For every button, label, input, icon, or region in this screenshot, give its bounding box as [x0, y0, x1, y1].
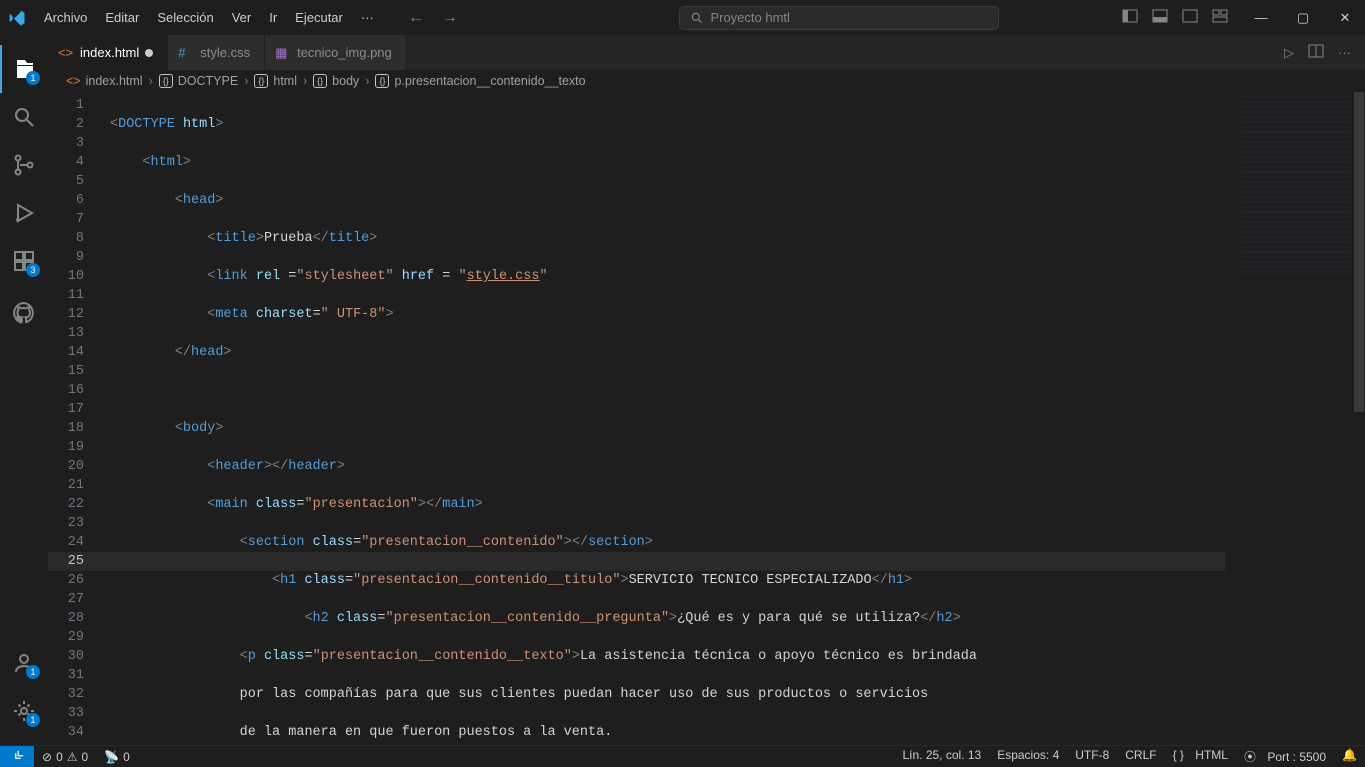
editor-actions: ▷ ··· — [1284, 35, 1365, 70]
editor-tabs: <> index.html # style.css ▦ tecnico_img.… — [48, 35, 1365, 70]
menu-archivo[interactable]: Archivo — [36, 6, 95, 29]
status-bar: ⊘0 ⚠0 📡0 Lín. 25, col. 13 Espacios: 4 UT… — [0, 745, 1365, 767]
account-badge: 1 — [26, 665, 40, 679]
html-file-icon: <> — [58, 45, 74, 61]
tab-index-html[interactable]: <> index.html — [48, 35, 168, 70]
tab-label: style.css — [200, 45, 250, 60]
crumb-doctype: DOCTYPE — [178, 74, 238, 88]
status-cursor-position[interactable]: Lín. 25, col. 13 — [894, 748, 989, 762]
menu-ver[interactable]: Ver — [224, 6, 260, 29]
toggle-panel-right-icon[interactable] — [1181, 8, 1199, 27]
menu-bar: Archivo Editar Selección Ver Ir Ejecutar… — [36, 6, 382, 29]
minimap[interactable] — [1241, 96, 1351, 276]
tab-tecnico-img[interactable]: ▦ tecnico_img.png — [265, 35, 407, 70]
tab-modified-dot-icon — [145, 49, 153, 57]
status-live-server[interactable]: ⦿ Port : 5500 — [1236, 748, 1334, 765]
crumb-p: p.presentacion__contenido__texto — [394, 74, 585, 88]
command-center-search[interactable]: Proyecto hmtl — [679, 6, 999, 30]
activity-run-debug[interactable] — [0, 189, 48, 237]
split-editor-icon[interactable] — [1308, 43, 1324, 62]
search-icon — [690, 11, 704, 25]
status-notifications-icon[interactable]: 🔔 — [1334, 748, 1365, 762]
crumb-html: html — [273, 74, 297, 88]
line-number-gutter: 1234567891011121314151617181920212223242… — [48, 92, 102, 742]
tab-style-css[interactable]: # style.css — [168, 35, 265, 70]
menu-ejecutar[interactable]: Ejecutar — [287, 6, 351, 29]
breadcrumb[interactable]: <> index.html › {} DOCTYPE › {} html › {… — [48, 70, 1365, 92]
activity-github[interactable] — [0, 289, 48, 337]
tab-label: tecnico_img.png — [297, 45, 392, 60]
menu-editar[interactable]: Editar — [97, 6, 147, 29]
crumb-body: body — [332, 74, 359, 88]
explorer-badge: 1 — [26, 71, 40, 85]
window-controls: — ▢ ✕ — [1249, 4, 1357, 32]
status-encoding[interactable]: UTF-8 — [1067, 748, 1117, 762]
nav-back-icon[interactable]: ← — [408, 9, 424, 27]
search-placeholder: Proyecto hmtl — [710, 10, 789, 25]
activity-extensions[interactable]: 3 — [0, 237, 48, 285]
status-ports[interactable]: 📡0 — [96, 746, 138, 767]
image-file-icon: ▦ — [275, 45, 291, 61]
tab-label: index.html — [80, 45, 139, 60]
css-file-icon: # — [178, 45, 194, 61]
nav-forward-icon[interactable]: → — [442, 9, 458, 27]
activity-account[interactable]: 1 — [0, 639, 48, 687]
code-editor[interactable]: 1234567891011121314151617181920212223242… — [48, 92, 1365, 745]
customize-layout-icon[interactable] — [1211, 8, 1229, 27]
activity-explorer[interactable]: 1 — [0, 45, 48, 93]
settings-badge: 1 — [26, 713, 40, 727]
status-problems[interactable]: ⊘0 ⚠0 — [34, 746, 96, 767]
activity-bar: 1 3 1 1 — [0, 35, 48, 745]
status-eol[interactable]: CRLF — [1117, 748, 1164, 762]
more-actions-icon[interactable]: ··· — [1338, 45, 1351, 60]
activity-source-control[interactable] — [0, 141, 48, 189]
status-indentation[interactable]: Espacios: 4 — [989, 748, 1067, 762]
scrollbar-thumb[interactable] — [1354, 92, 1364, 412]
vertical-scrollbar[interactable] — [1353, 92, 1365, 745]
remote-indicator[interactable] — [0, 746, 34, 767]
menu-more-icon[interactable]: ··· — [353, 6, 382, 29]
activity-settings[interactable]: 1 — [0, 687, 48, 735]
toggle-panel-bottom-icon[interactable] — [1151, 8, 1169, 27]
code-content: <DOCTYPE html> <html> <head> <title>Prue… — [110, 96, 1225, 745]
menu-seleccion[interactable]: Selección — [149, 6, 221, 29]
nav-arrows: ← → — [408, 9, 458, 27]
minimize-icon[interactable]: — — [1249, 4, 1273, 32]
menu-ir[interactable]: Ir — [261, 6, 285, 29]
close-icon[interactable]: ✕ — [1333, 4, 1357, 32]
toggle-panel-left-icon[interactable] — [1121, 8, 1139, 27]
crumb-file: index.html — [86, 74, 143, 88]
maximize-icon[interactable]: ▢ — [1291, 4, 1315, 32]
layout-controls — [1121, 8, 1229, 27]
vscode-icon — [8, 9, 26, 27]
run-icon[interactable]: ▷ — [1284, 45, 1294, 61]
status-language[interactable]: { } HTML — [1165, 748, 1236, 762]
extensions-badge: 3 — [26, 263, 40, 277]
activity-search[interactable] — [0, 93, 48, 141]
title-bar: Archivo Editar Selección Ver Ir Ejecutar… — [0, 0, 1365, 35]
